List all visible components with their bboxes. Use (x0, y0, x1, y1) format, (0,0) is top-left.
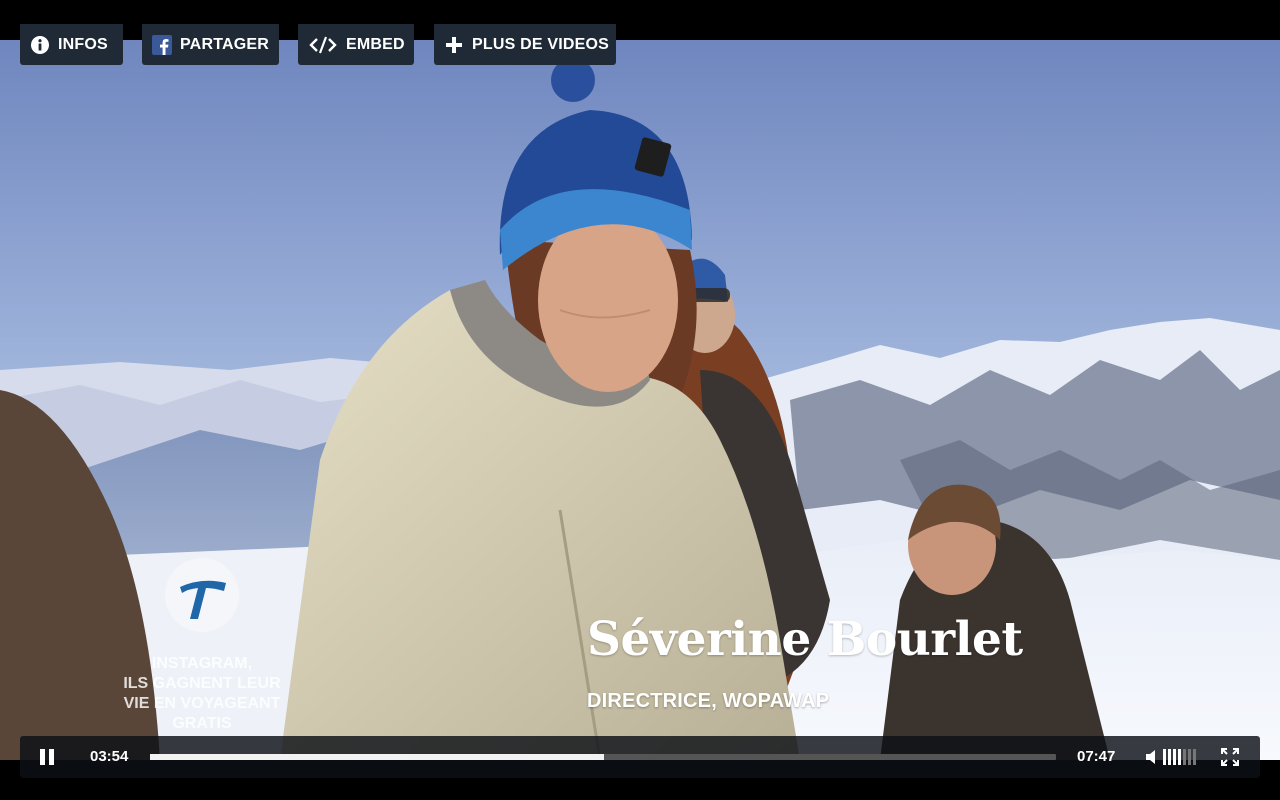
code-icon (308, 35, 338, 55)
more-videos-label: PLUS DE VIDEOS (472, 35, 610, 53)
embed-label: EMBED (346, 35, 405, 53)
volume-level[interactable] (1163, 748, 1196, 766)
volume-bar (1173, 749, 1176, 765)
person-name: Séverine Bourlet (587, 612, 1023, 667)
speaker-icon (1145, 749, 1159, 765)
volume-bar (1193, 749, 1196, 765)
infos-label: INFOS (58, 35, 108, 53)
brand-caption-line: VIE EN VOYAGEANT (123, 695, 281, 712)
person-role: DIRECTRICE, WOPAWAP (587, 690, 830, 712)
share-button[interactable]: PARTAGER (142, 24, 279, 65)
progress-bar[interactable] (150, 754, 1056, 760)
current-time: 03:54 (90, 748, 129, 765)
pause-icon[interactable] (36, 747, 58, 767)
lower-third: Séverine Bourlet DIRECTRICE, WOPAWAP (587, 612, 1023, 713)
duration: 07:47 (1077, 748, 1116, 765)
fullscreen-icon[interactable] (1220, 747, 1240, 767)
video-frame[interactable]: INSTAGRAM, ILS GAGNENT LEUR VIE EN VOYAG… (0, 40, 1280, 760)
brand-caption: INSTAGRAM, ILS GAGNENT LEUR VIE EN VOYAG… (112, 654, 292, 734)
progress-fill (150, 754, 604, 760)
brand-caption-line: INSTAGRAM, (151, 655, 253, 672)
volume-bar (1163, 749, 1166, 765)
share-label: PARTAGER (180, 35, 270, 53)
plus-icon (444, 35, 464, 55)
brand-caption-line: GRATIS (172, 715, 232, 732)
embed-button[interactable]: EMBED (298, 24, 414, 65)
volume-bar (1168, 749, 1171, 765)
volume-bar (1183, 749, 1186, 765)
volume-bar (1178, 749, 1181, 765)
infos-button[interactable]: INFOS (20, 24, 123, 65)
brand-caption-line: ILS GAGNENT LEUR (123, 675, 281, 692)
brand-watermark: INSTAGRAM, ILS GAGNENT LEUR VIE EN VOYAG… (112, 557, 292, 734)
player-controls: 03:54 07:47 (20, 736, 1260, 778)
telerama-logo (165, 558, 239, 632)
volume-bar (1188, 749, 1191, 765)
more-videos-button[interactable]: PLUS DE VIDEOS (434, 24, 616, 65)
facebook-icon (152, 34, 172, 55)
volume-control[interactable] (1145, 747, 1205, 767)
info-icon (30, 35, 50, 55)
